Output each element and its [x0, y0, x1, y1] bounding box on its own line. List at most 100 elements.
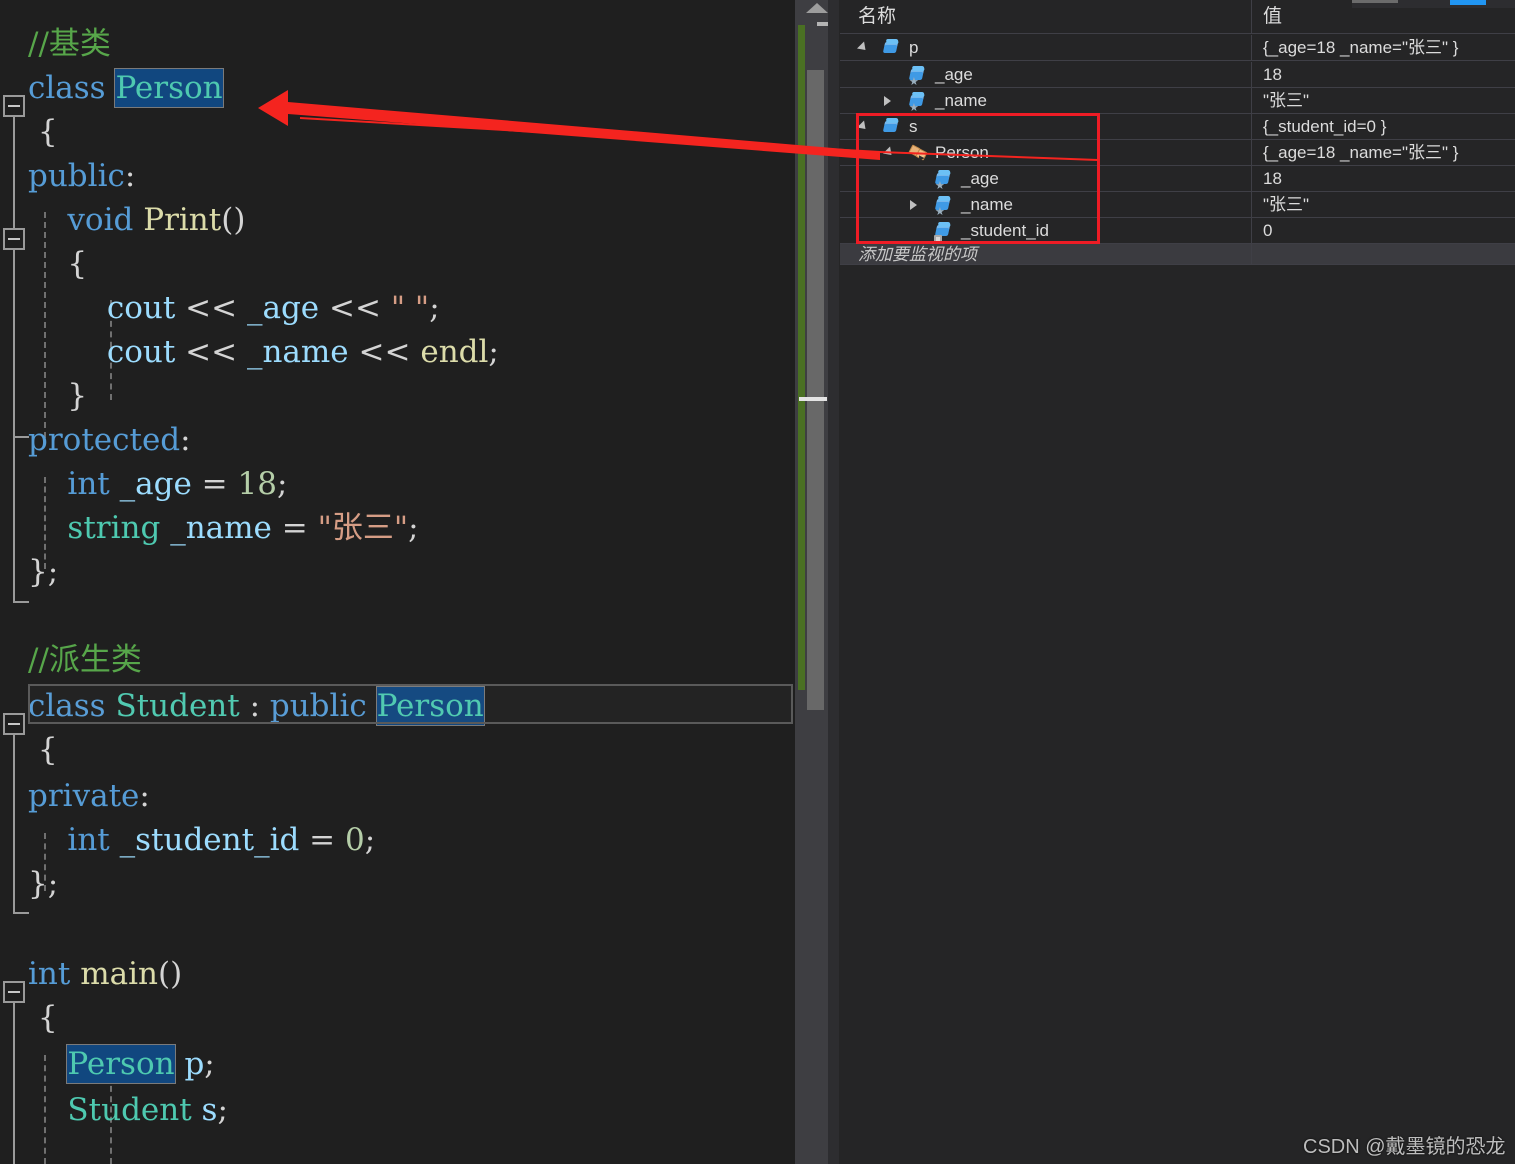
code-token: ; [364, 822, 376, 858]
code-line[interactable]: string _name = "张三"; [0, 506, 795, 550]
code-line[interactable]: //基类 [0, 22, 795, 66]
watch-row[interactable]: ★ _age 18 [840, 62, 1515, 88]
code-line[interactable]: private: [0, 774, 795, 818]
watch-row[interactable]: ★ _name "张三" [840, 192, 1515, 218]
code-line[interactable]: Student s; [0, 1088, 795, 1132]
watch-add-item-name-cell[interactable]: 添加要监视的项 [840, 244, 1252, 264]
watch-row[interactable]: ★ _age 18 [840, 166, 1515, 192]
code-token: endl [420, 334, 489, 370]
watch-row-value-cell[interactable]: 18 [1253, 166, 1515, 191]
code-line[interactable]: { [0, 242, 795, 286]
watch-panel[interactable]: 名称 值 p {_age=18 _name="张三" } ★ _age 18 ★ _name… [840, 0, 1515, 1164]
scrollbar-track[interactable] [828, 0, 839, 1164]
code-token: private [28, 778, 140, 814]
expand-collapse-arrow-icon[interactable] [856, 120, 870, 133]
code-line[interactable]: Person p; [0, 1042, 795, 1086]
watch-row-value-cell[interactable]: {_age=18 _name="张三" } [1253, 140, 1515, 165]
code-token: << [319, 290, 391, 326]
expand-arrow-icon[interactable] [884, 96, 891, 106]
watch-row-name-cell[interactable]: ★ _age [840, 166, 1252, 191]
watch-row-name-cell[interactable]: ▸ Person [840, 140, 1252, 165]
code-line[interactable]: } [0, 374, 795, 418]
watch-row-value-cell[interactable]: {_age=18 _name="张三" } [1253, 35, 1515, 60]
code-token: : [124, 158, 136, 194]
field-cube-icon: ★ [908, 67, 927, 87]
code-line[interactable]: cout << _age << " "; [0, 286, 795, 330]
watch-row-name-cell[interactable]: _student_id [840, 218, 1252, 243]
code-line[interactable]: int _age = 18; [0, 462, 795, 506]
scroll-up-arrow-icon[interactable] [806, 3, 828, 13]
code-token: }; [28, 866, 59, 902]
code-line[interactable]: public: [0, 154, 795, 198]
code-line[interactable]: { [0, 110, 795, 154]
code-token: : [180, 422, 191, 458]
code-editor[interactable]: //基类 class Person {public: void Print() {… [0, 0, 795, 1164]
watch-row-name-cell[interactable]: s [840, 114, 1252, 139]
scrollbar-thumb-lower[interactable] [807, 410, 824, 710]
watch-row[interactable]: s {_student_id=0 } [840, 114, 1515, 140]
code-line[interactable] [0, 906, 795, 950]
code-line[interactable] [0, 594, 795, 638]
code-token: { [28, 246, 88, 282]
watch-row-value-cell[interactable]: 0 [1253, 218, 1515, 243]
code-token: "张三" [317, 510, 409, 546]
code-token: ; [408, 510, 419, 546]
watch-add-item-row[interactable]: 添加要监视的项 [840, 244, 1515, 265]
code-token: _name [246, 334, 349, 370]
active-tab-accent-bar [1450, 0, 1486, 5]
code-token: cout [106, 334, 176, 370]
watch-add-item-value-cell[interactable] [1253, 244, 1515, 264]
code-line[interactable]: void Print() [0, 198, 795, 242]
watch-row-name-label: _name [935, 91, 987, 110]
code-token: ; [276, 466, 288, 502]
scrollbar-thumb[interactable] [807, 70, 824, 410]
watch-row-value-cell[interactable]: {_student_id=0 } [1253, 114, 1515, 139]
expand-collapse-arrow-icon[interactable] [882, 146, 896, 159]
code-line[interactable]: cout << _name << endl; [0, 330, 795, 374]
watch-row-value-cell[interactable]: "张三" [1253, 88, 1515, 113]
code-token: _student_id [119, 822, 300, 858]
watch-row-name-label: p [909, 38, 919, 57]
code-token: public [28, 158, 125, 194]
code-token: { [28, 732, 58, 768]
watch-row-name-cell[interactable]: ★ _name [840, 192, 1252, 217]
code-line[interactable]: }; [0, 550, 795, 594]
code-line[interactable]: }; [0, 862, 795, 906]
code-token: << [348, 334, 421, 370]
watch-row[interactable]: p {_age=18 _name="张三" } [840, 35, 1515, 61]
watch-row[interactable]: _student_id 0 [840, 218, 1515, 244]
watch-row-name-cell[interactable]: ★ _name [840, 88, 1252, 113]
watch-row-value-cell[interactable]: 18 [1253, 62, 1515, 87]
code-token: Student [67, 1092, 192, 1128]
expand-arrow-icon[interactable] [910, 200, 917, 210]
scrollbar-change-indicator [798, 25, 805, 690]
csdn-watermark: CSDN @戴墨镜的恐龙 [1303, 1136, 1506, 1158]
expand-collapse-arrow-icon[interactable] [856, 41, 870, 54]
application-window: //基类 class Person {public: void Print() {… [0, 0, 1515, 1164]
code-line[interactable]: { [0, 728, 795, 772]
watch-row-name-cell[interactable]: p [840, 35, 1252, 60]
code-line[interactable]: { [0, 996, 795, 1040]
code-token: void [67, 202, 144, 238]
code-token: Print [143, 202, 222, 238]
code-line[interactable]: int main() [0, 952, 795, 996]
watch-row-value-cell[interactable]: "张三" [1253, 192, 1515, 217]
watch-row[interactable]: ★ _name "张三" [840, 88, 1515, 114]
code-line[interactable]: protected: [0, 418, 795, 462]
code-line[interactable]: class Person [0, 66, 795, 110]
code-token: ; [488, 334, 499, 370]
code-token: //基类 [28, 26, 111, 62]
watch-row[interactable]: ▸ Person {_age=18 _name="张三" } [840, 140, 1515, 166]
object-cube-icon [882, 40, 901, 57]
watch-row-name-label: s [909, 117, 918, 136]
code-token: << [175, 334, 247, 370]
code-line[interactable]: int _student_id = 0; [0, 818, 795, 862]
watch-column-header-name[interactable]: 名称 [840, 0, 1252, 33]
field-cube-icon: ★ [934, 197, 953, 217]
code-token: int [28, 956, 81, 992]
watch-row-name-cell[interactable]: ★ _age [840, 62, 1252, 87]
code-line[interactable]: //派生类 [0, 638, 795, 682]
editor-vertical-scrollbar[interactable] [795, 0, 839, 1164]
